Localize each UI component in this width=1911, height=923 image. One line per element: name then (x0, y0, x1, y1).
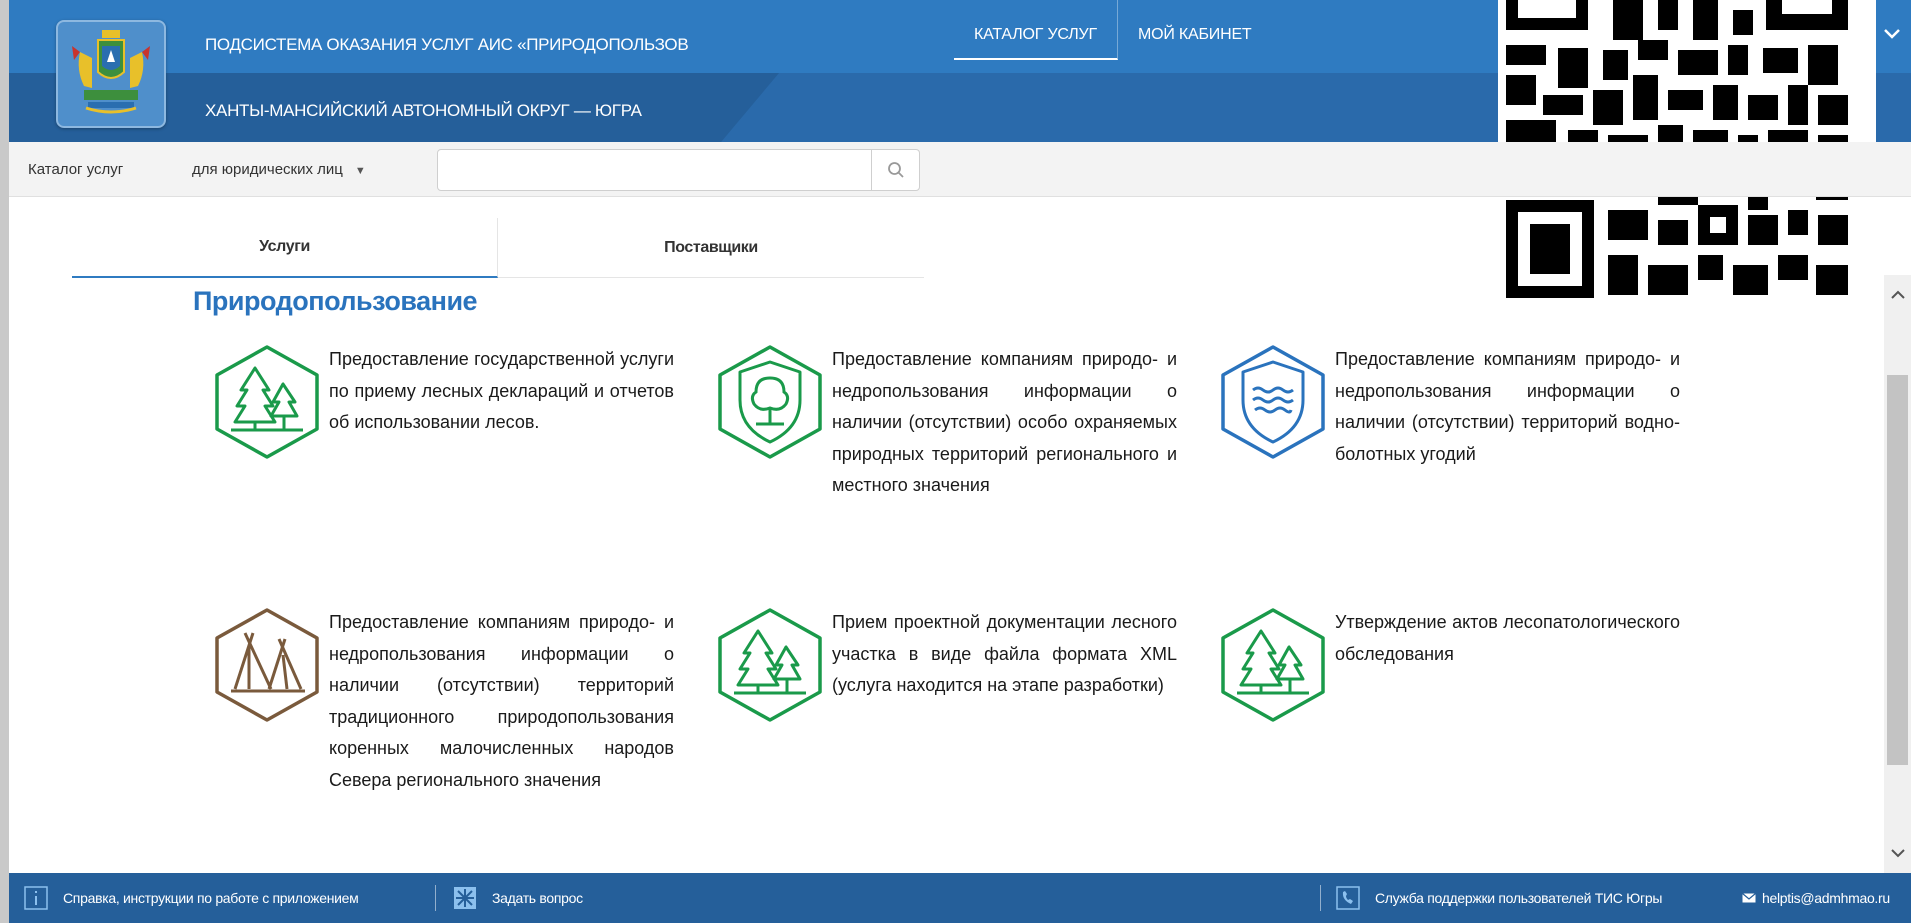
protected-area-shield-icon (716, 344, 824, 460)
tab-providers[interactable]: Поставщики (498, 218, 924, 278)
app-window: ПОДСИСТЕМА ОКАЗАНИЯ УСЛУГ АИС «ПРИРОДОПО… (0, 0, 1911, 923)
catalog-tabs: Услуги Поставщики (72, 218, 924, 278)
vertical-scrollbar[interactable] (1884, 275, 1911, 873)
search-button[interactable] (871, 150, 919, 190)
forest-icon (213, 344, 321, 460)
search-box (437, 149, 920, 191)
section-title: Природопользование (193, 286, 478, 316)
audience-dropdown[interactable]: для юридических лиц ▼ (192, 161, 366, 178)
nav-my-cabinet[interactable]: МОЙ КАБИНЕТ (1118, 0, 1272, 60)
service-title: Предоставление компаниям природо- и недр… (329, 612, 674, 790)
region-subtitle: ХАНТЫ-МАНСИЙСКИЙ АВТОНОМНЫЙ ОКРУГ — ЮГРА (205, 101, 642, 120)
footer: Справка, инструкции по работе с приложен… (9, 873, 1911, 923)
tent-icon (213, 607, 321, 723)
help-link[interactable]: Справка, инструкции по работе с приложен… (23, 873, 359, 923)
catalog-toolbar: Каталог услуг для юридических лиц ▼ (9, 142, 1911, 197)
coat-of-arms-logo[interactable] (56, 20, 166, 128)
wetland-shield-icon (1219, 344, 1327, 460)
ask-question-label: Задать вопрос (492, 890, 583, 906)
catalog-breadcrumb[interactable]: Каталог услуг (28, 161, 123, 178)
help-label: Справка, инструкции по работе с приложен… (63, 890, 359, 906)
footer-divider (435, 885, 436, 911)
audience-dropdown-value: для юридических лиц (192, 161, 343, 178)
ask-question-link[interactable]: Задать вопрос (452, 873, 583, 923)
envelope-icon (1742, 890, 1756, 906)
footer-divider (1320, 885, 1321, 911)
service-title: Предоставление государственной услуги по… (329, 349, 674, 432)
service-title: Утверждение актов лесопатологического об… (1335, 612, 1680, 664)
caret-down-icon: ▼ (354, 165, 366, 177)
support-email: helptis@admhmao.ru (1762, 890, 1890, 906)
scrollbar-thumb[interactable] (1887, 375, 1908, 765)
system-title: ПОДСИСТЕМА ОКАЗАНИЯ УСЛУГ АИС «ПРИРОДОПО… (205, 35, 689, 54)
scroll-down-icon[interactable] (1884, 833, 1911, 873)
search-icon (887, 162, 904, 178)
coat-of-arms-icon (72, 30, 150, 114)
service-title: Предоставление компаниям природо- и недр… (1335, 349, 1680, 464)
search-input[interactable] (438, 150, 870, 190)
question-icon (452, 885, 478, 911)
support-label: Служба поддержки пользователей ТИС Югры (1375, 890, 1663, 906)
support-link[interactable]: Служба поддержки пользователей ТИС Югры (1335, 873, 1662, 923)
phone-icon (1335, 885, 1361, 911)
forest-icon (716, 607, 824, 723)
support-email-link[interactable]: helptis@admhmao.ru (1742, 873, 1890, 923)
service-title: Предоставление компаниям природо- и недр… (832, 349, 1177, 495)
tab-services[interactable]: Услуги (72, 218, 498, 278)
scroll-up-icon[interactable] (1884, 275, 1911, 315)
nav-catalog-services[interactable]: КАТАЛОГ УСЛУГ (954, 0, 1118, 60)
chevron-down-icon[interactable] (1883, 24, 1901, 44)
forest-icon (1219, 607, 1327, 723)
info-icon (23, 885, 49, 911)
top-navigation: КАТАЛОГ УСЛУГ МОЙ КАБИНЕТ (954, 0, 1272, 60)
service-title: Прием проектной документации лесного уча… (832, 612, 1177, 695)
window-frame (0, 0, 9, 923)
